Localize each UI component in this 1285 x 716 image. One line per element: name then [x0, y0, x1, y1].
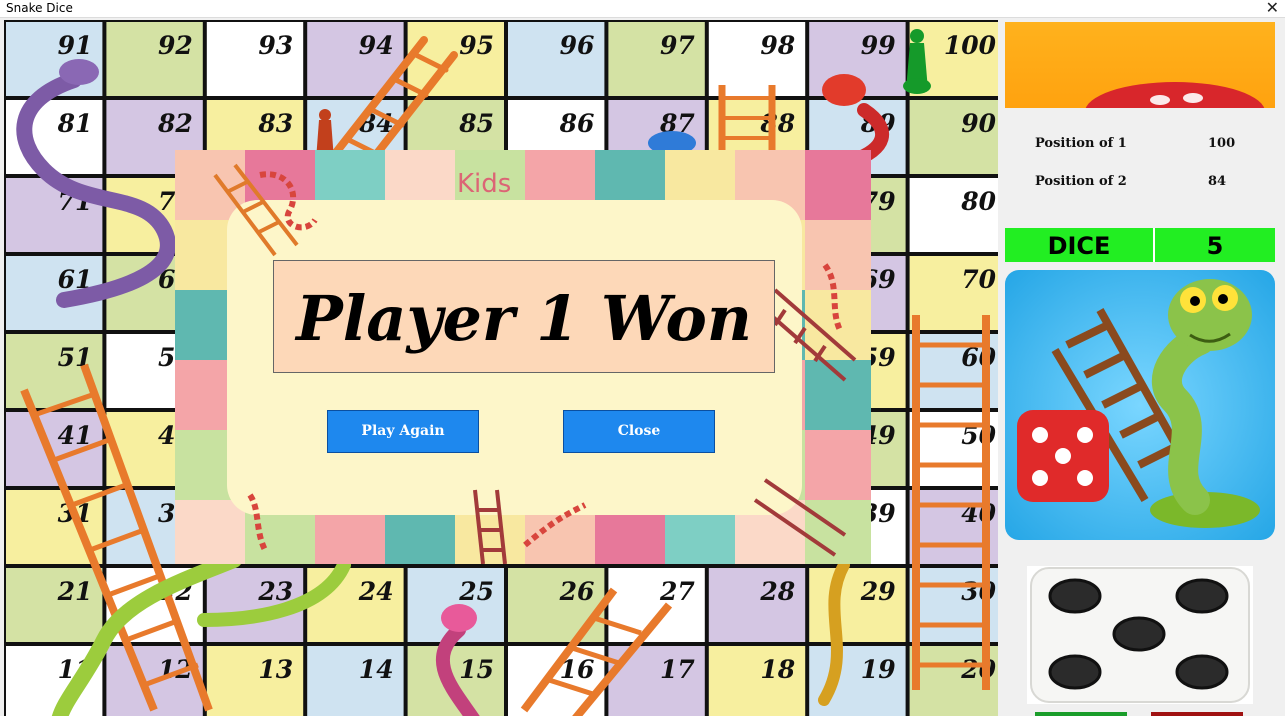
square-number: 15 — [459, 655, 494, 684]
title-bar: Snake Dice ✕ — [0, 0, 1285, 18]
square-number: 99 — [861, 31, 896, 60]
square-number: 28 — [759, 577, 795, 606]
position-1-value: 100 — [1208, 136, 1236, 151]
square-number: 91 — [58, 31, 93, 60]
square-number: 94 — [359, 31, 394, 60]
window-title: Snake Dice — [6, 1, 73, 15]
snake-head-icon — [441, 604, 477, 632]
die-pip — [1175, 578, 1229, 614]
square-number: 24 — [358, 577, 394, 606]
square-number: 92 — [158, 31, 193, 60]
player-1-button[interactable] — [1035, 712, 1127, 716]
position-2-label: Position of 2 — [1035, 174, 1127, 189]
position-2-value: 84 — [1208, 174, 1227, 189]
dice-label: DICE — [1005, 228, 1155, 262]
square-number: 98 — [760, 31, 795, 60]
win-message: Player 1 Won — [296, 282, 752, 355]
square-number: 85 — [458, 109, 494, 138]
side-panel: Position of 1 100 Position of 2 84 DICE … — [1000, 18, 1285, 716]
square-number: 21 — [57, 577, 93, 606]
window-close-icon[interactable]: ✕ — [1266, 0, 1279, 17]
square-number: 96 — [560, 31, 595, 60]
square-number: 20 — [960, 655, 996, 684]
square-number: 93 — [258, 31, 293, 60]
close-button[interactable]: Close — [563, 410, 715, 453]
die-pip — [1048, 654, 1102, 690]
square-number: 27 — [659, 577, 695, 606]
die-pip — [1048, 578, 1102, 614]
square-number: 97 — [660, 31, 695, 60]
square-number: 14 — [359, 655, 394, 684]
dice-banner-image — [1005, 22, 1275, 108]
play-again-button[interactable]: Play Again — [327, 410, 479, 453]
square-number: 70 — [961, 265, 996, 294]
die-pip — [1112, 616, 1166, 652]
square-number: 90 — [961, 109, 996, 138]
square-number: 19 — [861, 655, 896, 684]
dice-bar: DICE 5 — [1005, 228, 1275, 262]
square-number: 26 — [559, 577, 595, 606]
square-number: 100 — [944, 31, 997, 60]
dice-roll-button[interactable] — [1027, 566, 1253, 704]
square-number: 88 — [759, 109, 795, 138]
square-number: 83 — [257, 109, 293, 138]
snake-and-ladder-logo — [1005, 270, 1275, 540]
frame-word: Kids — [457, 169, 511, 199]
square-number: 30 — [961, 577, 996, 606]
square-number: 13 — [258, 655, 293, 684]
square-number: 95 — [459, 31, 494, 60]
square-number: 82 — [157, 109, 193, 138]
win-dialog: Kids Player 1 Won Play Again Close — [175, 150, 871, 564]
player-2-button[interactable] — [1151, 712, 1243, 716]
position-1-label: Position of 1 — [1035, 136, 1127, 151]
dice-value: 5 — [1206, 232, 1224, 260]
square-number: 17 — [660, 655, 695, 684]
square-number: 18 — [760, 655, 795, 684]
square-number: 80 — [960, 187, 996, 216]
square-number: 86 — [559, 109, 595, 138]
win-message-box: Player 1 Won — [273, 260, 775, 373]
snake-head-icon — [59, 59, 99, 85]
square-number: 25 — [458, 577, 494, 606]
red-dice-icon — [1085, 82, 1265, 108]
square-number: 29 — [860, 577, 896, 606]
die-pip — [1175, 654, 1229, 690]
green-snake-icon — [1150, 279, 1260, 528]
square-number: 81 — [57, 109, 93, 138]
snake-head-icon — [822, 74, 866, 106]
red-dice-icon — [1017, 410, 1109, 502]
